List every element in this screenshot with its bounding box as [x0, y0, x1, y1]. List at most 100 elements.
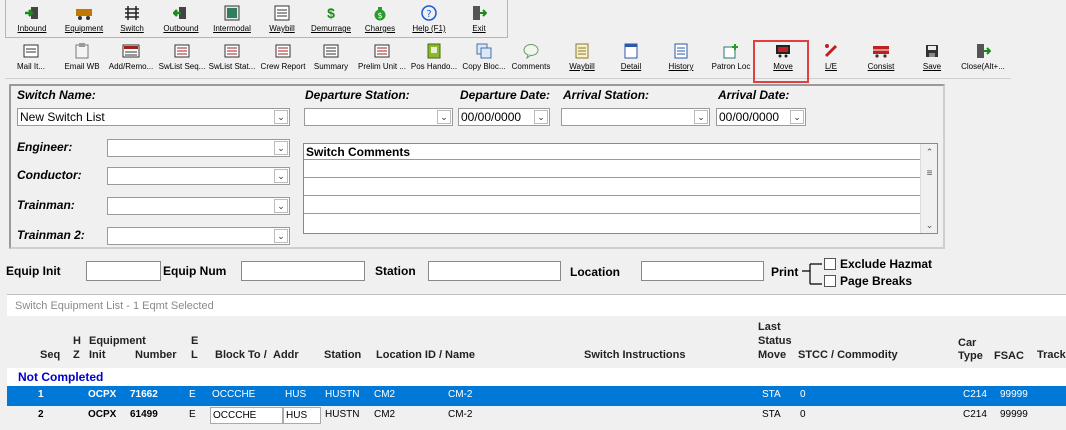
chevron-down-icon[interactable]: ⌄	[790, 110, 804, 124]
col-z[interactable]: Z	[73, 349, 80, 361]
cell-station: HUSTN	[325, 389, 360, 400]
crew-report-button[interactable]: Crew Report	[257, 38, 309, 76]
col-track[interactable]: Track	[1037, 349, 1066, 361]
comments-scrollbar[interactable]: ⌃ ≡ ⌄	[920, 144, 937, 233]
col-car[interactable]: Car	[958, 337, 976, 349]
addr-input[interactable]: HUS	[283, 407, 321, 424]
switch-button[interactable]: Switch	[114, 0, 150, 38]
prelim-unit-button[interactable]: Prelim Unit ...	[355, 38, 409, 76]
chevron-down-icon[interactable]: ⌄	[274, 141, 288, 155]
scroll-up-icon[interactable]: ⌃	[922, 145, 937, 159]
clipboard-icon	[75, 42, 89, 59]
detail-button[interactable]: Detail	[615, 38, 647, 76]
help-button[interactable]: ? Help (F1)	[406, 0, 452, 38]
chevron-down-icon[interactable]: ⌄	[274, 199, 288, 213]
block-to-input[interactable]: OCCCHE	[210, 407, 283, 424]
arrival-station-label: Arrival Station:	[563, 88, 650, 102]
comments-button[interactable]: Comments	[511, 38, 551, 76]
switch-name-label: Switch Name:	[17, 88, 96, 102]
swlist-stat-button[interactable]: SwList Stat...	[207, 38, 257, 76]
exit-button[interactable]: Exit	[464, 0, 494, 38]
station-search-input[interactable]	[428, 261, 561, 281]
switch-comments-box[interactable]: Switch Comments ⌃ ≡ ⌄	[303, 143, 938, 234]
trainman-combo[interactable]: ⌄	[107, 197, 290, 215]
add-remove-button[interactable]: Add/Remo...	[107, 38, 155, 76]
col-init[interactable]: Init	[89, 349, 106, 361]
departure-date-picker[interactable]: 00/00/0000 ⌄	[458, 108, 550, 126]
col-switch-instructions[interactable]: Switch Instructions	[584, 349, 685, 361]
col-block-to[interactable]: Block To /	[215, 349, 267, 361]
engineer-combo[interactable]: ⌄	[107, 139, 290, 157]
le-button[interactable]: L/E	[815, 38, 847, 76]
equipment-button[interactable]: Equipment	[62, 0, 106, 38]
chevron-down-icon[interactable]: ⌄	[694, 110, 708, 124]
switch-comments-title: Switch Comments	[306, 145, 411, 159]
trainman2-combo[interactable]: ⌄	[107, 227, 290, 245]
move-button[interactable]: Move	[761, 38, 805, 76]
email-wb-label: Email WB	[64, 62, 100, 71]
inbound-button[interactable]: Inbound	[12, 0, 52, 38]
location-search-input[interactable]	[641, 261, 764, 281]
cell-addr[interactable]: HUS	[285, 389, 306, 400]
intermodal-button[interactable]: Intermodal	[210, 0, 254, 38]
copy-block-button[interactable]: Copy Bloc...	[459, 38, 509, 76]
history-label: History	[668, 62, 694, 71]
chevron-down-icon[interactable]: ⌄	[534, 110, 548, 124]
summary-button[interactable]: Summary	[311, 38, 351, 76]
exclude-hazmat-checkbox[interactable]	[824, 258, 836, 270]
patron-loc-button[interactable]: Patron Loc	[709, 38, 753, 76]
col-l[interactable]: L	[191, 349, 198, 361]
col-status[interactable]: Status	[758, 335, 792, 347]
conductor-combo[interactable]: ⌄	[107, 167, 290, 185]
help-label: Help (F1)	[412, 24, 446, 33]
switch-name-combo[interactable]: New Switch List ⌄	[17, 108, 290, 126]
email-wb-button[interactable]: Email WB	[59, 38, 105, 76]
arrival-date-picker[interactable]: 00/00/0000 ⌄	[716, 108, 806, 126]
pos-handoff-button[interactable]: Pos Hando...	[409, 38, 459, 76]
waybill-button[interactable]: Waybill	[563, 38, 601, 76]
col-number[interactable]: Number	[135, 349, 177, 361]
close-button[interactable]: Close(Alt+...	[957, 38, 1009, 76]
demurrage-button[interactable]: $ Demurrage	[308, 0, 354, 38]
col-move[interactable]: Move	[758, 349, 786, 361]
intermodal-icon	[224, 4, 240, 21]
table-row[interactable]: 2 OCPX 61499 E OCCCHE HUS HUSTN CM2 CM-2…	[7, 406, 1066, 426]
chevron-down-icon[interactable]: ⌄	[274, 110, 288, 124]
col-equipment[interactable]: Equipment	[89, 335, 146, 347]
swlist-seq-button[interactable]: SwList Seq...	[157, 38, 207, 76]
col-h[interactable]: H	[73, 335, 81, 347]
departure-station-combo[interactable]: ⌄	[304, 108, 453, 126]
equip-init-input[interactable]	[86, 261, 161, 281]
demurrage-label: Demurrage	[310, 24, 351, 33]
patron-loc-label: Patron Loc	[711, 62, 751, 71]
consist-button[interactable]: Consist	[859, 38, 903, 76]
cell-block[interactable]: OCCCHE	[212, 389, 255, 400]
col-seq[interactable]: Seq	[40, 349, 60, 361]
arrival-station-combo[interactable]: ⌄	[561, 108, 710, 126]
col-stcc[interactable]: STCC / Commodity	[798, 349, 898, 361]
cell-fsac: 99999	[1000, 409, 1028, 420]
chevron-down-icon[interactable]: ⌄	[274, 229, 288, 243]
col-last[interactable]: Last	[758, 321, 781, 333]
waybill-top-button[interactable]: Waybill	[264, 0, 300, 38]
history-button[interactable]: History	[661, 38, 701, 76]
comment-line	[304, 195, 920, 196]
col-station[interactable]: Station	[324, 349, 361, 361]
col-location[interactable]: Location ID / Name	[376, 349, 475, 361]
intermodal-label: Intermodal	[213, 24, 251, 33]
col-type[interactable]: Type	[958, 350, 983, 362]
charges-button[interactable]: $ Charges	[360, 0, 400, 38]
save-button[interactable]: Save	[915, 38, 949, 76]
col-addr[interactable]: Addr	[273, 349, 299, 361]
col-fsac[interactable]: FSAC	[994, 350, 1024, 362]
scroll-thumb-icon[interactable]: ≡	[922, 166, 937, 180]
scroll-down-icon[interactable]: ⌄	[922, 218, 937, 232]
outbound-button[interactable]: Outbound	[160, 0, 202, 38]
mail-it-button[interactable]: Mail It...	[11, 38, 51, 76]
equip-num-input[interactable]	[241, 261, 365, 281]
chevron-down-icon[interactable]: ⌄	[274, 169, 288, 183]
table-row[interactable]: 1 OCPX 71662 E OCCCHE HUS HUSTN CM2 CM-2…	[7, 386, 1066, 406]
chevron-down-icon[interactable]: ⌄	[437, 110, 451, 124]
col-e[interactable]: E	[191, 335, 198, 347]
page-breaks-checkbox[interactable]	[824, 275, 836, 287]
